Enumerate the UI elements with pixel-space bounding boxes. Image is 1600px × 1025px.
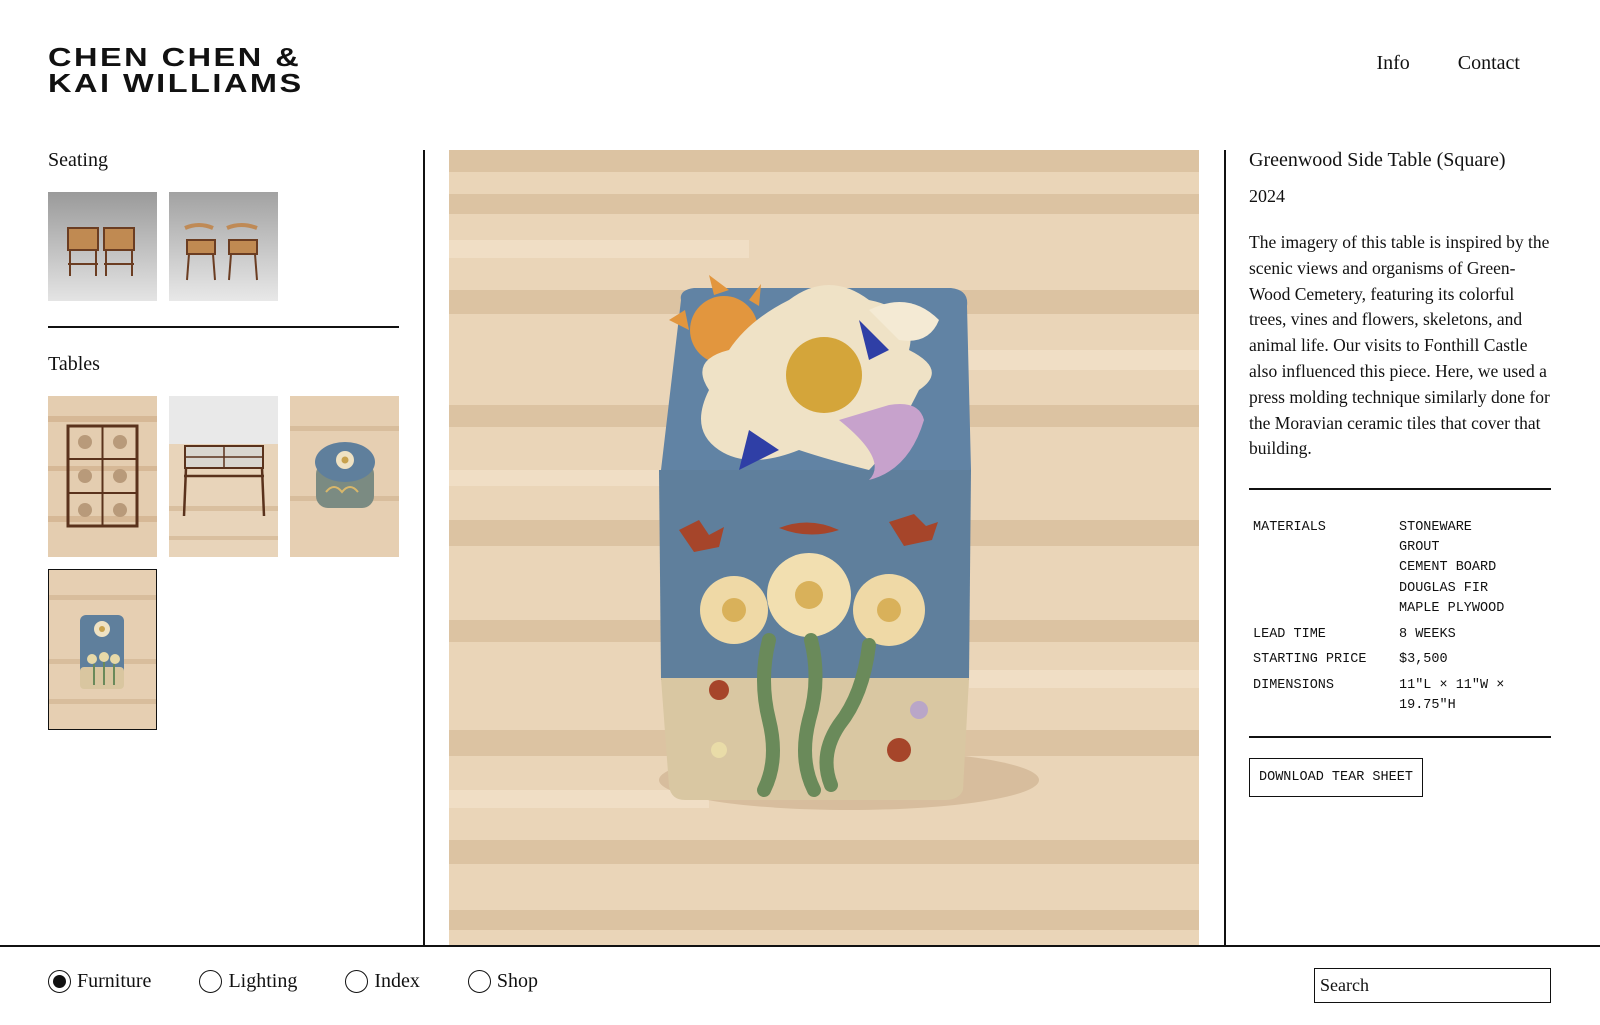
material-item: DOUGLAS FIR — [1399, 580, 1489, 596]
product-description: The imagery of this table is inspired by… — [1249, 232, 1550, 459]
spec-row-dimensions: DIMENSIONS 11"L × 11"W × 19.75"H — [1249, 676, 1551, 717]
nav-label: Index — [374, 970, 420, 992]
nav-furniture[interactable]: Furniture — [48, 970, 151, 993]
nav-shop[interactable]: Shop — [467, 970, 538, 993]
spec-label: MATERIALS — [1253, 519, 1326, 535]
brand-logo[interactable]: CHEN CHEN & KAI WILLIAMS — [48, 44, 304, 96]
details-divider-bottom — [1249, 736, 1551, 738]
nav-label: Furniture — [77, 970, 152, 992]
bottom-nav: Furniture Lighting Index Shop — [48, 970, 586, 993]
thumbnail-table-coffee[interactable] — [169, 395, 278, 557]
brand-line-2: KAI WILLIAMS — [48, 68, 304, 98]
product-details: Greenwood Side Table (Square) 2024 The i… — [1249, 146, 1551, 797]
seating-heading: Seating — [48, 149, 108, 171]
spec-value: $3,500 — [1399, 652, 1448, 668]
radio-icon[interactable] — [345, 970, 369, 993]
spec-table: MATERIALS STONEWARE GROUT CEMENT BOARD D… — [1249, 518, 1551, 717]
material-item: CEMENT BOARD — [1399, 560, 1497, 576]
spec-label: STARTING PRICE — [1253, 652, 1367, 668]
material-item: GROUT — [1399, 540, 1440, 556]
nav-lighting[interactable]: Lighting — [199, 970, 297, 993]
nav-label: Lighting — [228, 970, 298, 992]
spec-row-price: STARTING PRICE $3,500 — [1249, 650, 1551, 670]
thumbnail-chairs-1[interactable] — [48, 192, 157, 301]
radio-icon[interactable] — [467, 970, 491, 993]
spec-value-materials: STONEWARE GROUT CEMENT BOARD DOUGLAS FIR… — [1399, 518, 1551, 620]
spec-row-lead-time: LEAD TIME 8 WEEKS — [1249, 625, 1551, 645]
spec-value: 8 WEEKS — [1399, 626, 1456, 642]
product-main-image[interactable] — [449, 150, 1199, 945]
thumbnail-chairs-2[interactable] — [169, 192, 278, 301]
contact-link[interactable]: Contact — [1458, 52, 1520, 75]
sidebar-divider — [48, 326, 399, 328]
search-input[interactable] — [1314, 968, 1551, 1003]
spec-value: 11"L × 11"W × 19.75"H — [1399, 677, 1505, 713]
product-title: Greenwood Side Table (Square) — [1249, 149, 1506, 171]
radio-icon[interactable] — [199, 970, 223, 993]
spec-label: DIMENSIONS — [1253, 677, 1335, 693]
radio-selected-icon[interactable] — [48, 970, 71, 993]
tables-heading: Tables — [48, 352, 100, 375]
product-year: 2024 — [1249, 186, 1285, 206]
column-divider-right — [1224, 150, 1226, 945]
spec-row-materials: MATERIALS STONEWARE GROUT CEMENT BOARD D… — [1249, 518, 1551, 620]
details-divider-top — [1249, 488, 1551, 490]
brand-line-1: CHEN CHEN & — [48, 42, 302, 72]
tables-thumbnails — [48, 395, 399, 730]
footer-divider — [0, 945, 1600, 947]
nav-index[interactable]: Index — [345, 970, 420, 993]
thumbnail-table-top-view[interactable] — [48, 395, 157, 557]
info-link[interactable]: Info — [1376, 52, 1409, 75]
seating-thumbnails — [48, 192, 399, 301]
material-item: STONEWARE — [1399, 519, 1472, 535]
column-divider-left — [423, 150, 425, 945]
thumbnail-table-round[interactable] — [290, 395, 399, 557]
material-item: MAPLE PLYWOOD — [1399, 601, 1505, 617]
download-tear-sheet-button[interactable]: DOWNLOAD TEAR SHEET — [1249, 757, 1423, 797]
spec-label: LEAD TIME — [1253, 626, 1326, 642]
nav-label: Shop — [496, 970, 538, 992]
category-sidebar: Seating Tables — [48, 146, 399, 730]
thumbnail-table-square-selected[interactable] — [48, 568, 157, 730]
top-nav: Info Contact — [1376, 52, 1520, 75]
